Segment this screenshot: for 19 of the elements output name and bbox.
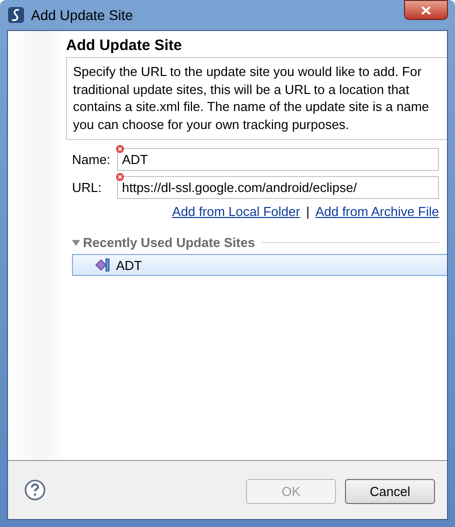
app-icon (8, 7, 24, 23)
link[interactable]: Add from Local Folder (172, 204, 300, 219)
close-icon (421, 6, 431, 14)
site-icon (95, 258, 111, 272)
help-icon[interactable] (24, 479, 46, 501)
text-field[interactable]: ADT (117, 148, 439, 171)
section-title: Recently Used Update Sites (83, 235, 255, 250)
field-label: Name: (72, 152, 112, 167)
text-field[interactable]: https://dl-ssl.google.com/android/eclipse/ (117, 176, 439, 199)
dialog-button[interactable]: Cancel (345, 478, 435, 504)
link[interactable]: Add from Archive File (315, 204, 439, 219)
description-text: Specify the URL to the update site you would like to add. For traditional update sites, this will be a URL to a location that contains a site.xml file. The name of the update site is a name you can choose for your own tracking purposes. (73, 63, 430, 133)
field-label: URL: (72, 180, 103, 195)
expand-icon[interactable] (72, 240, 80, 246)
close-button[interactable] (404, 0, 448, 20)
page-heading: Add Update Site (66, 36, 183, 56)
list-item[interactable]: ADT (72, 254, 447, 276)
separator-text: | (306, 204, 310, 219)
window-title: Add Update Site (31, 7, 134, 23)
